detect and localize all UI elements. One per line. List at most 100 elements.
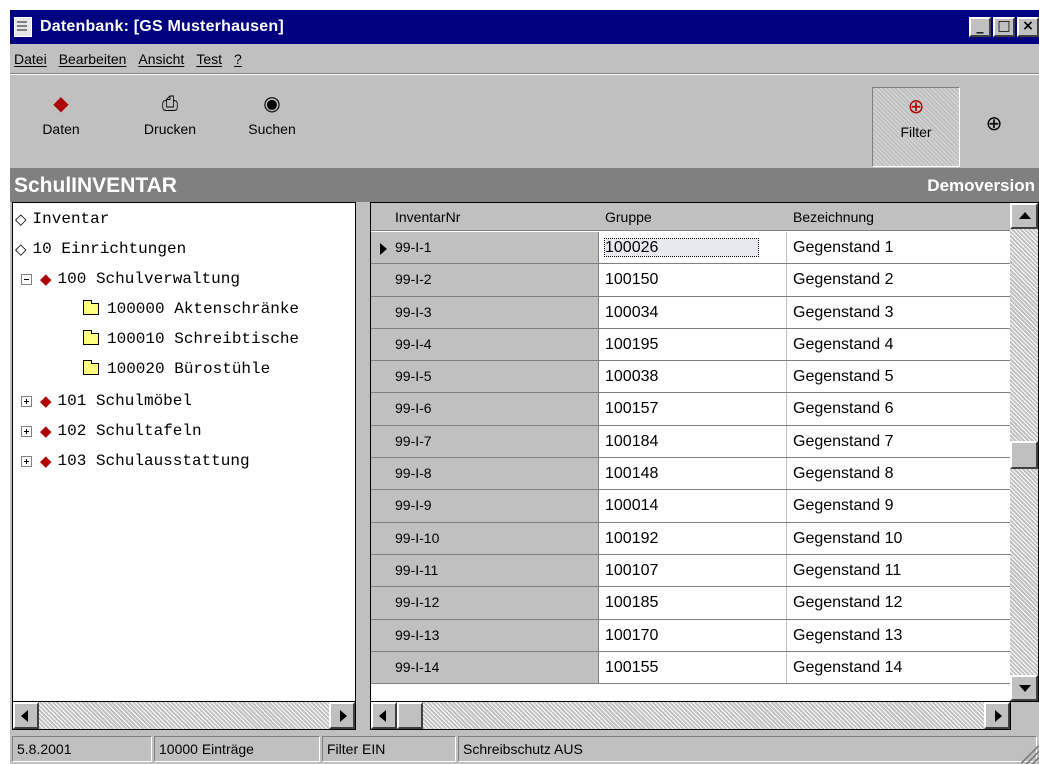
close-button[interactable]: × bbox=[1017, 17, 1039, 37]
inventarnr-cell[interactable]: 99-I-8 bbox=[371, 458, 599, 490]
grid-horizontal-scrollbar[interactable] bbox=[370, 702, 1011, 730]
gruppe-cell[interactable]: 100192 bbox=[599, 522, 787, 554]
table-row[interactable]: 99-I-11 100107 Gegenstand 11 bbox=[371, 554, 1011, 588]
tree-item[interactable]: ◆ 101 Schulmöbel bbox=[21, 387, 192, 415]
bezeichnung-cell[interactable]: Gegenstand 10 bbox=[787, 523, 1011, 554]
table-row[interactable]: 99-I-1 100026 Gegenstand 1 bbox=[371, 232, 1011, 265]
scroll-up-button[interactable] bbox=[1010, 203, 1038, 229]
bezeichnung-cell[interactable]: Gegenstand 4 bbox=[787, 329, 1011, 360]
table-row[interactable]: 99-I-8 100148 Gegenstand 8 bbox=[371, 458, 1011, 491]
app-icon[interactable] bbox=[14, 17, 32, 37]
menu-help[interactable]: ? bbox=[234, 51, 242, 67]
gruppe-cell[interactable]: 100150 bbox=[599, 264, 787, 296]
table-row[interactable]: 99-I-10 100192 Gegenstand 10 bbox=[371, 522, 1011, 555]
drucken-button[interactable]: ⎙ Drucken bbox=[128, 85, 212, 159]
scroll-thumb[interactable] bbox=[397, 702, 423, 729]
gruppe-cell[interactable]: 100038 bbox=[599, 361, 787, 393]
inventarnr-cell[interactable]: 99-I-10 bbox=[371, 522, 599, 554]
bezeichnung-cell[interactable]: Gegenstand 7 bbox=[787, 426, 1011, 457]
bezeichnung-cell[interactable]: Gegenstand 5 bbox=[787, 361, 1011, 392]
scroll-left-button[interactable] bbox=[13, 702, 39, 729]
bezeichnung-cell[interactable]: Gegenstand 12 bbox=[787, 587, 1011, 618]
bezeichnung-cell[interactable]: Gegenstand 2 bbox=[787, 264, 1011, 295]
table-row[interactable]: 99-I-7 100184 Gegenstand 7 bbox=[371, 425, 1011, 459]
inventarnr-cell[interactable]: 99-I-12 bbox=[371, 587, 599, 619]
tree-item[interactable]: ◆ 100 Schulverwaltung bbox=[21, 265, 240, 293]
column-header-inventarnr[interactable]: InventarNr bbox=[371, 203, 599, 230]
inventarnr-cell[interactable]: 99-I-4 bbox=[371, 328, 599, 361]
table-row[interactable]: 99-I-2 100150 Gegenstand 2 bbox=[371, 264, 1011, 297]
daten-button[interactable]: ◆ Daten bbox=[26, 85, 96, 159]
filter-button[interactable]: ⊕ Filter bbox=[872, 87, 960, 167]
inventarnr-cell[interactable]: 99-I-13 bbox=[371, 619, 599, 651]
inventarnr-cell[interactable]: 99-I-11 bbox=[371, 554, 599, 587]
bezeichnung-cell[interactable]: Gegenstand 1 bbox=[787, 232, 1011, 263]
tree-item[interactable]: ◆ 102 Schultafeln bbox=[21, 417, 202, 445]
table-row[interactable]: 99-I-6 100157 Gegenstand 6 bbox=[371, 393, 1011, 426]
inventory-grid[interactable]: InventarNr Gruppe Bezeichnung 99-I-1 100… bbox=[370, 202, 1039, 702]
scroll-right-button[interactable] bbox=[984, 702, 1010, 729]
row-selector[interactable]: 99-I-1 bbox=[371, 232, 599, 264]
tree-item[interactable]: 100010 Schreibtische bbox=[83, 325, 299, 353]
gruppe-cell[interactable]: 100026 bbox=[599, 232, 787, 264]
inventarnr-cell[interactable]: 99-I-6 bbox=[371, 393, 599, 425]
table-row[interactable]: 99-I-4 100195 Gegenstand 4 bbox=[371, 328, 1011, 362]
bezeichnung-cell[interactable]: Gegenstand 13 bbox=[787, 620, 1011, 651]
bezeichnung-cell[interactable]: Gegenstand 9 bbox=[787, 490, 1011, 521]
table-row[interactable]: 99-I-5 100038 Gegenstand 5 bbox=[371, 361, 1011, 394]
column-header-gruppe[interactable]: Gruppe bbox=[599, 203, 787, 230]
gruppe-cell[interactable]: 100148 bbox=[599, 458, 787, 490]
gruppe-cell[interactable]: 100155 bbox=[599, 651, 787, 684]
gruppe-cell[interactable]: 100195 bbox=[599, 328, 787, 361]
scroll-down-button[interactable] bbox=[1010, 675, 1038, 701]
tree-horizontal-scrollbar[interactable] bbox=[12, 702, 356, 730]
bezeichnung-cell[interactable]: Gegenstand 6 bbox=[787, 393, 1011, 424]
inventarnr-cell[interactable]: 99-I-7 bbox=[371, 425, 599, 458]
collapse-icon[interactable] bbox=[21, 273, 32, 285]
inventarnr-cell[interactable]: 99-I-9 bbox=[371, 490, 599, 522]
tree-item[interactable]: ◇ 10 Einrichtungen bbox=[15, 235, 186, 263]
resize-grip-icon[interactable] bbox=[1021, 746, 1039, 764]
menu-test[interactable]: Test bbox=[196, 51, 222, 67]
expand-icon[interactable] bbox=[21, 425, 32, 437]
inventarnr-cell[interactable]: 99-I-2 bbox=[371, 264, 599, 296]
inventarnr-cell[interactable]: 99-I-5 bbox=[371, 361, 599, 393]
bezeichnung-cell[interactable]: Gegenstand 8 bbox=[787, 458, 1011, 489]
menu-bearbeiten[interactable]: Bearbeiten bbox=[59, 51, 127, 67]
gruppe-cell[interactable]: 100034 bbox=[599, 296, 787, 328]
gruppe-cell[interactable]: 100107 bbox=[599, 554, 787, 587]
scroll-thumb[interactable] bbox=[1010, 441, 1038, 469]
expand-icon[interactable] bbox=[21, 395, 32, 407]
tree-item[interactable]: 100000 Aktenschränke bbox=[83, 295, 299, 323]
tree-item[interactable]: ◆ 103 Schulausstattung bbox=[21, 447, 250, 475]
expand-icon[interactable] bbox=[21, 455, 32, 467]
gruppe-cell[interactable]: 100184 bbox=[599, 425, 787, 458]
menu-datei[interactable]: Datei bbox=[14, 51, 47, 67]
tree-item[interactable]: ◇ Inventar bbox=[15, 205, 109, 233]
lock-button[interactable]: ⊕ bbox=[974, 105, 1014, 179]
inventarnr-cell[interactable]: 99-I-14 bbox=[371, 651, 599, 684]
table-row[interactable]: 99-I-14 100155 Gegenstand 14 bbox=[371, 651, 1011, 685]
bezeichnung-cell[interactable]: Gegenstand 11 bbox=[787, 555, 1011, 586]
table-row[interactable]: 99-I-3 100034 Gegenstand 3 bbox=[371, 296, 1011, 329]
table-row[interactable]: 99-I-12 100185 Gegenstand 12 bbox=[371, 587, 1011, 620]
minimize-button[interactable]: _ bbox=[969, 17, 991, 37]
scroll-right-button[interactable] bbox=[329, 702, 355, 729]
inventarnr-cell[interactable]: 99-I-3 bbox=[371, 296, 599, 328]
table-row[interactable]: 99-I-13 100170 Gegenstand 13 bbox=[371, 619, 1011, 652]
suchen-button[interactable]: ◉ Suchen bbox=[232, 85, 312, 159]
gruppe-cell[interactable]: 100170 bbox=[599, 619, 787, 651]
gruppe-cell[interactable]: 100185 bbox=[599, 587, 787, 619]
tree-item[interactable]: 100020 Bürostühle bbox=[83, 355, 270, 383]
column-header-bezeichnung[interactable]: Bezeichnung bbox=[787, 203, 1011, 230]
bezeichnung-cell[interactable]: Gegenstand 3 bbox=[787, 297, 1011, 328]
gruppe-cell[interactable]: 100014 bbox=[599, 490, 787, 522]
menu-ansicht[interactable]: Ansicht bbox=[138, 51, 184, 67]
table-row[interactable]: 99-I-9 100014 Gegenstand 9 bbox=[371, 490, 1011, 523]
title-bar[interactable]: Datenbank: [GS Musterhausen] _ □ × bbox=[10, 10, 1039, 44]
scroll-left-button[interactable] bbox=[371, 702, 397, 729]
maximize-button[interactable]: □ bbox=[993, 17, 1015, 37]
bezeichnung-cell[interactable]: Gegenstand 14 bbox=[787, 652, 1011, 683]
category-tree[interactable]: ◇ Inventar ◇ 10 Einrichtungen ◆ 100 Schu… bbox=[12, 202, 356, 702]
grid-vertical-scrollbar[interactable] bbox=[1010, 203, 1038, 701]
